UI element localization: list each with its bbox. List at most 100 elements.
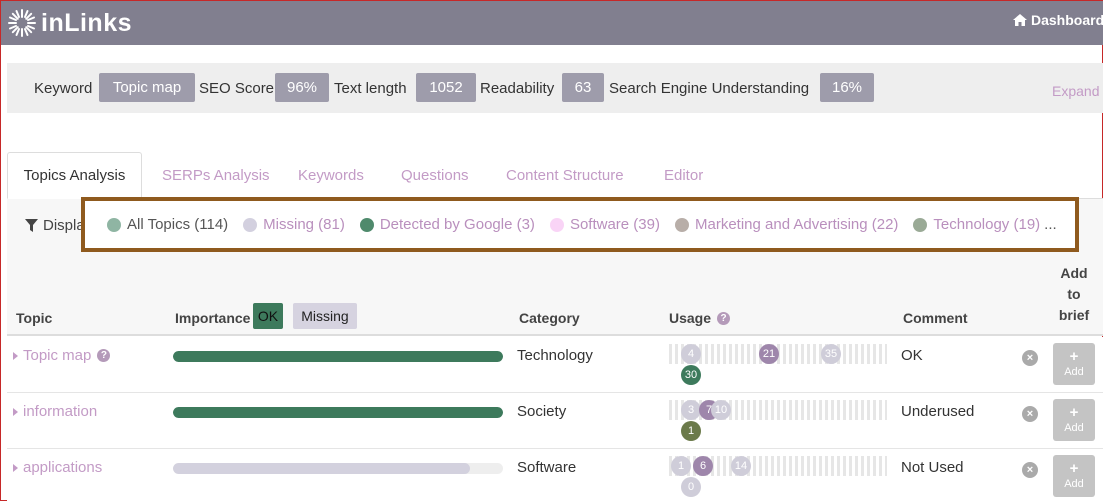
help-icon[interactable]: ? (97, 349, 111, 362)
caret-right-icon[interactable] (13, 407, 18, 416)
importance-bar (173, 463, 503, 474)
keyword-value: Topic map (99, 73, 195, 102)
chip-label: All Topics (114) (127, 216, 229, 233)
topic-label: Topic map (23, 347, 92, 364)
topic-label: applications (23, 459, 103, 476)
chip-software[interactable]: Software (39) (549, 216, 660, 233)
tab-content-structure[interactable]: Content Structure (506, 152, 624, 199)
category-cell: Society (517, 403, 567, 420)
keyword-label: Keyword (34, 80, 93, 97)
remove-icon[interactable]: × (1022, 406, 1038, 422)
topic-label: information (23, 403, 98, 420)
usage-bubble: 30 (681, 365, 701, 385)
plus-icon: + (1069, 459, 1079, 477)
chip-missing[interactable]: Missing (81) (243, 216, 345, 233)
add-to-brief-button[interactable]: + Add (1053, 399, 1095, 441)
chip-dot (359, 217, 374, 232)
table-row: information Society 3 7 10 1 Underused × + Add (7, 393, 1103, 449)
tab-keywords[interactable]: Keywords (298, 152, 364, 199)
seo-score-label: SEO Score (199, 80, 275, 97)
chip-dot (913, 217, 928, 232)
comment-cell: Not Used (901, 459, 964, 476)
caret-right-icon[interactable] (13, 351, 18, 360)
comment-cell: OK (901, 347, 923, 364)
usage-bubble: 4 (681, 344, 701, 364)
tab-questions[interactable]: Questions (401, 152, 469, 199)
add-to-brief-button[interactable]: + Add (1053, 343, 1095, 385)
col-category[interactable]: Category (519, 310, 580, 326)
top-bar: inLinks Dashboard (1, 1, 1103, 45)
usage-bubble: 0 (681, 477, 701, 497)
chip-detected-by-google[interactable]: Detected by Google (3) (359, 216, 535, 233)
importance-bar-fill (173, 407, 503, 418)
remove-icon[interactable]: × (1022, 350, 1038, 366)
analysis-tabs: Topics Analysis SERPs Analysis Keywords … (7, 152, 1103, 199)
chip-label: Technology (19) (933, 216, 1041, 233)
dashboard-label: Dashboard (1031, 12, 1103, 28)
text-length-value: 1052 (416, 73, 476, 102)
plus-icon: + (1069, 347, 1079, 365)
seo-stats-bar: Keyword Topic map SEO Score 96% Text len… (7, 63, 1103, 113)
usage-bubble: 6 (693, 456, 713, 476)
add-to-brief-line: brief (1058, 307, 1090, 323)
col-comment[interactable]: Comment (903, 310, 968, 326)
expand-link[interactable]: Expand (1052, 83, 1099, 99)
add-label: Add (1064, 421, 1084, 434)
topic-link[interactable]: Topic map? (13, 347, 111, 364)
usage-label: Usage (669, 310, 712, 326)
seu-label: Search Engine Understanding (609, 80, 810, 97)
text-length-label: Text length (334, 80, 407, 97)
remove-icon[interactable]: × (1022, 462, 1038, 478)
readability-value: 63 (562, 73, 604, 102)
readability-label: Readability (480, 80, 555, 97)
filter-icon (25, 218, 38, 232)
chip-technology[interactable]: Technology (19) (913, 216, 1040, 233)
usage-bubble: 35 (821, 344, 841, 364)
usage-bubble: 14 (731, 456, 751, 476)
add-to-brief-line: to (1067, 286, 1081, 302)
tab-topics-analysis[interactable]: Topics Analysis (7, 152, 142, 199)
chip-dot (107, 217, 121, 232)
col-topic[interactable]: Topic (16, 310, 52, 326)
sunburst-logo-icon (8, 9, 36, 37)
col-usage[interactable]: Usage ? (669, 310, 731, 326)
tab-editor[interactable]: Editor (664, 152, 703, 199)
comment-cell: Underused (901, 403, 975, 420)
chip-label: Detected by Google (3) (379, 216, 535, 233)
chip-all-topics[interactable]: All Topics (114) (107, 216, 228, 233)
add-to-brief-line: Add (1060, 265, 1088, 281)
brand-name: inLinks (41, 8, 133, 37)
usage-bubble: 21 (759, 344, 779, 364)
table-row: applications Software 1 6 14 0 Not Used × + Add (7, 449, 1103, 501)
chip-label: Software (39) (569, 216, 660, 233)
chip-more[interactable]: ... (1044, 216, 1057, 233)
table-row: Topic map? Technology 4 21 35 30 OK × + Add (7, 337, 1103, 393)
usage-bubble: 10 (711, 400, 731, 420)
tab-serps-analysis[interactable]: SERPs Analysis (162, 152, 270, 199)
importance-ok-legend: OK (253, 303, 283, 329)
topic-link[interactable]: information (13, 403, 97, 420)
importance-missing-legend: Missing (293, 303, 357, 329)
home-icon (1013, 14, 1027, 26)
usage-bubble: 1 (671, 456, 691, 476)
dashboard-link[interactable]: Dashboard (1013, 12, 1103, 28)
chip-dot (674, 217, 689, 232)
topic-link[interactable]: applications (13, 459, 102, 476)
importance-bar (173, 407, 503, 418)
chip-marketing-advertising[interactable]: Marketing and Advertising (22) (674, 216, 898, 233)
brand-logo[interactable]: inLinks (7, 6, 132, 40)
add-to-brief-button[interactable]: + Add (1053, 455, 1095, 497)
table-header: Topic Importance Category Usage ? Commen… (7, 254, 1103, 336)
col-importance[interactable]: Importance (175, 310, 250, 326)
add-label: Add (1064, 365, 1084, 378)
plus-icon: + (1069, 403, 1079, 421)
topic-filter-chips: All Topics (114) Missing (81) Detected b… (81, 197, 1079, 252)
importance-bar (173, 351, 503, 362)
importance-bar-fill (173, 351, 503, 362)
help-icon[interactable]: ? (717, 311, 731, 325)
seo-score-value: 96% (275, 73, 329, 102)
seu-value: 16% (820, 73, 874, 102)
caret-right-icon[interactable] (13, 463, 18, 472)
category-cell: Software (517, 459, 577, 476)
chip-dot (549, 217, 564, 232)
